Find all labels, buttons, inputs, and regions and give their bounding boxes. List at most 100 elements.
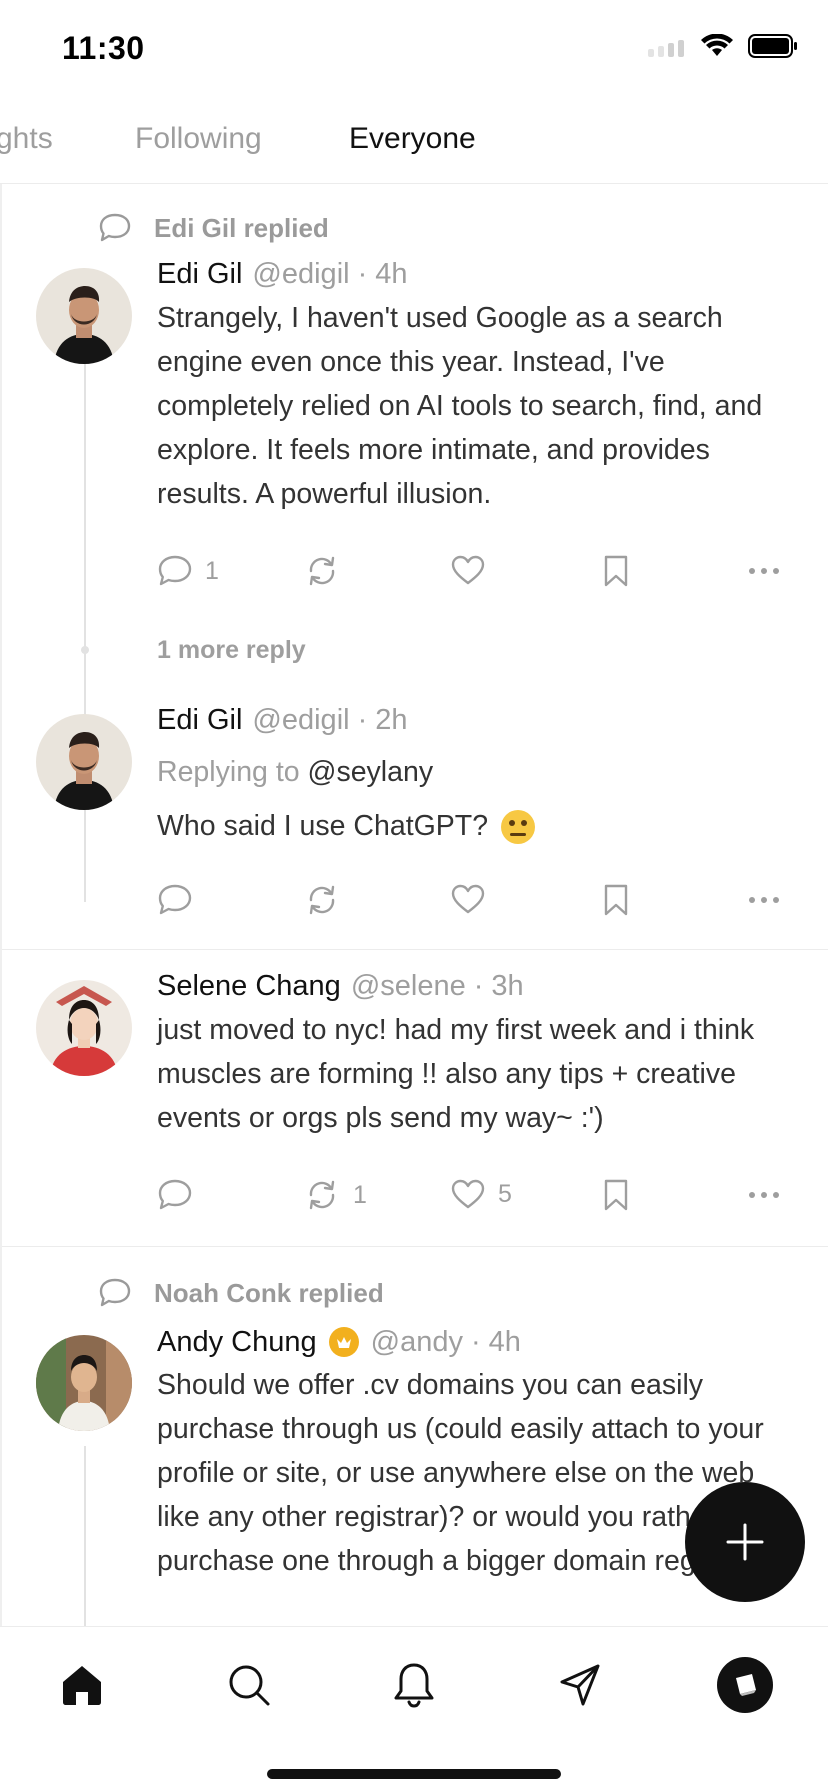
reply-count: 1 [205, 556, 219, 585]
feed-tabs: ghts Following Everyone [0, 100, 828, 184]
battery-icon [748, 34, 797, 58]
profile-avatar-icon [717, 1657, 773, 1713]
bookmark-button[interactable] [601, 883, 631, 917]
avatar-image [36, 980, 132, 1076]
reply-context-text: Noah Conk replied [154, 1277, 384, 1308]
separator-dot: · [470, 1325, 481, 1358]
reply-button[interactable] [157, 1178, 193, 1212]
replying-prefix: Replying to [157, 756, 300, 788]
reply-icon [158, 1179, 192, 1210]
home-icon [63, 1666, 101, 1705]
separator-dot: · [357, 704, 368, 736]
post-header: Selene Chang @selene · 3h [157, 970, 524, 1003]
post-time: 4h [375, 258, 408, 290]
avatar[interactable] [36, 268, 132, 364]
more-options-button[interactable] [747, 1178, 781, 1212]
neutral-face-emoji [500, 810, 535, 845]
avatar-image [36, 1335, 132, 1431]
status-bar: 11:30 [0, 0, 828, 100]
bookmark-icon [604, 555, 628, 587]
reply-icon [158, 884, 192, 915]
verified-badge-icon [328, 1327, 359, 1357]
post-text-line: Who said I use ChatGPT? [157, 804, 797, 848]
post-actions: 1 5 [157, 1178, 797, 1218]
search-icon [229, 1665, 270, 1706]
tab-everyone[interactable]: Everyone [349, 122, 476, 156]
separator-dot: · [473, 970, 484, 1002]
reply-context: Edi Gil replied [98, 212, 329, 244]
more-options-button[interactable] [747, 883, 781, 917]
more-replies-link[interactable]: 1 more reply [157, 636, 306, 665]
author-handle[interactable]: @edigil [252, 258, 349, 291]
nav-notifications[interactable] [384, 1655, 444, 1715]
bookmark-icon [604, 1179, 628, 1211]
like-button[interactable]: 5 [450, 1178, 512, 1210]
status-time: 11:30 [62, 30, 145, 66]
post-header: Edi Gil @edigil · 4h [157, 258, 408, 291]
bookmark-icon [604, 884, 628, 916]
more-icon [749, 1192, 779, 1198]
bottom-nav [0, 1626, 828, 1792]
tab-insights[interactable]: ghts [0, 122, 53, 156]
nav-search[interactable] [219, 1655, 279, 1715]
heart-icon [451, 1179, 485, 1209]
repost-button[interactable] [303, 883, 341, 917]
author-name[interactable]: Andy Chung [157, 1326, 317, 1359]
post-actions: 1 [157, 554, 797, 594]
compose-button[interactable] [685, 1482, 805, 1602]
plus-icon [726, 1523, 764, 1561]
post-header: Andy Chung @andy · 4h [157, 1325, 521, 1359]
avatar[interactable] [36, 980, 132, 1076]
cellular-signal-icon [648, 40, 684, 57]
post-time: 3h [491, 970, 524, 1002]
replying-mention[interactable]: @seylany [308, 756, 434, 788]
feed: Edi Gil replied Edi Gil @edigil · 4h Str… [0, 184, 828, 1626]
heart-icon [451, 555, 485, 585]
nav-messages[interactable] [551, 1655, 611, 1715]
nav-profile[interactable] [715, 1655, 775, 1715]
reply-button[interactable] [157, 883, 193, 917]
tab-following[interactable]: Following [135, 122, 262, 156]
repost-icon [309, 1180, 335, 1210]
author-handle[interactable]: @selene [351, 970, 466, 1003]
avatar-image [36, 268, 132, 364]
heart-icon [451, 884, 485, 914]
reply-icon [158, 555, 192, 586]
reply-context-icon [99, 1278, 131, 1307]
send-icon [560, 1664, 600, 1706]
more-options-button[interactable] [747, 554, 781, 588]
repost-icon [309, 556, 335, 586]
more-icon [749, 568, 779, 574]
author-name[interactable]: Edi Gil [157, 258, 242, 291]
post[interactable]: Edi Gil replied Edi Gil @edigil · 4h Str… [2, 184, 828, 694]
more-icon [749, 897, 779, 903]
post-actions [157, 883, 797, 923]
reply-context-text: Edi Gil replied [154, 212, 329, 243]
author-handle[interactable]: @edigil [252, 704, 349, 737]
bookmark-button[interactable] [601, 554, 631, 588]
nav-home[interactable] [52, 1655, 112, 1715]
bookmark-button[interactable] [601, 1178, 631, 1212]
like-button[interactable] [450, 554, 486, 586]
like-button[interactable] [450, 883, 486, 915]
post-time: 2h [375, 704, 408, 736]
repost-button[interactable]: 1 [303, 1178, 367, 1212]
post-header: Edi Gil @edigil · 2h [157, 704, 408, 737]
post-text: just moved to nyc! had my first week and… [157, 1014, 755, 1134]
repost-button[interactable] [303, 554, 341, 588]
like-count: 5 [498, 1179, 512, 1208]
reply-context: Noah Conk replied [98, 1277, 384, 1309]
avatar[interactable] [36, 714, 132, 810]
repost-count: 1 [353, 1180, 367, 1209]
home-indicator [267, 1769, 561, 1779]
wifi-icon [701, 34, 733, 56]
reply-button[interactable]: 1 [157, 554, 219, 588]
post-text: Strangely, I haven't used Google as a se… [157, 302, 763, 510]
post-time: 4h [488, 1325, 521, 1358]
reply-context-icon [99, 213, 131, 242]
author-name[interactable]: Edi Gil [157, 704, 242, 737]
avatar[interactable] [36, 1335, 132, 1431]
author-name[interactable]: Selene Chang [157, 970, 341, 1003]
author-handle[interactable]: @andy [371, 1326, 463, 1359]
repost-icon [309, 885, 335, 915]
